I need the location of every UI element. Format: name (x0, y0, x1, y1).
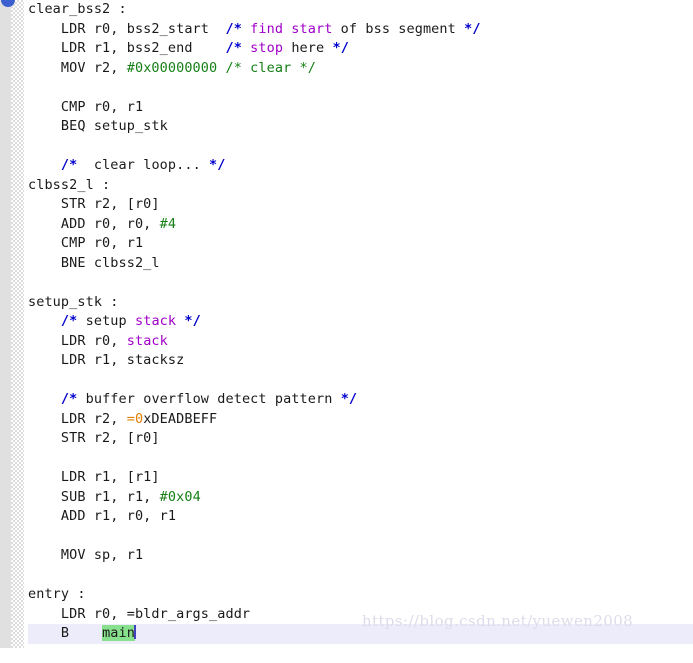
watermark-text: https://blog.csdn.net/yuewen2008 (362, 612, 633, 631)
code-token: STR r2, [r0] (28, 196, 160, 212)
code-token (242, 21, 250, 37)
code-token: setup (77, 313, 135, 329)
code-line[interactable]: STR r2, [r0] (28, 195, 693, 215)
code-line[interactable]: CMP r0, r1 (28, 98, 693, 118)
code-token: BEQ setup_stk (28, 118, 168, 134)
code-token: clear loop... (77, 157, 209, 173)
code-token (28, 313, 61, 329)
code-token: BNE clbss2_l (28, 255, 160, 271)
code-line[interactable] (28, 644, 693, 663)
code-line[interactable] (28, 566, 693, 586)
code-content[interactable]: clear_bss2 : LDR r0, bss2_start /* find … (24, 0, 693, 648)
code-token: #4 (160, 216, 176, 232)
code-line[interactable]: LDR r1, [r1] (28, 468, 693, 488)
code-line[interactable]: ADD r1, r0, r1 (28, 507, 693, 527)
code-token: find start (250, 21, 332, 37)
code-token: ADD r1, r0, r1 (28, 508, 176, 524)
code-folding-strip[interactable] (11, 0, 24, 648)
code-token: CMP r0, r1 (28, 235, 143, 251)
code-token: LDR r0, bss2_start (28, 21, 225, 37)
code-token: stop (250, 40, 283, 56)
code-token: LDR r1, [r1] (28, 469, 160, 485)
code-token: */ (332, 40, 348, 56)
code-line[interactable] (28, 449, 693, 469)
code-token: entry : (28, 586, 86, 602)
code-line[interactable]: BNE clbss2_l (28, 254, 693, 274)
code-token: MOV r2, (28, 60, 127, 76)
code-token: setup_stk : (28, 294, 119, 310)
code-line[interactable]: MOV r2, #0x00000000 /* clear */ (28, 59, 693, 79)
code-line[interactable]: MOV sp, r1 (28, 546, 693, 566)
code-token: #0x04 (160, 489, 201, 505)
code-line[interactable] (28, 527, 693, 547)
code-line[interactable] (28, 78, 693, 98)
code-token: /* (225, 40, 241, 56)
code-line[interactable]: LDR r1, stacksz (28, 351, 693, 371)
code-line[interactable]: /* buffer overflow detect pattern */ (28, 390, 693, 410)
code-token: STR r2, [r0] (28, 430, 160, 446)
code-line[interactable]: LDR r1, bss2_end /* stop here */ (28, 39, 693, 59)
code-line[interactable]: STR r2, [r0] (28, 429, 693, 449)
code-line[interactable]: /* setup stack */ (28, 312, 693, 332)
code-line[interactable]: LDR r2, =0xDEADBEFF (28, 410, 693, 430)
code-line[interactable] (28, 273, 693, 293)
code-token: here (283, 40, 332, 56)
code-token: =0 (127, 411, 143, 427)
code-token: LDR r1, stacksz (28, 352, 184, 368)
code-token: B (28, 625, 102, 641)
code-token (242, 40, 250, 56)
code-line[interactable]: LDR r0, bss2_start /* find start of bss … (28, 20, 693, 40)
code-token: */ (341, 391, 357, 407)
code-token (28, 157, 61, 173)
code-line[interactable]: CMP r0, r1 (28, 234, 693, 254)
code-line[interactable]: ADD r0, r0, #4 (28, 215, 693, 235)
code-token: stack (127, 333, 168, 349)
code-token: /* (61, 391, 77, 407)
code-line[interactable]: BEQ setup_stk (28, 117, 693, 137)
code-token: clear_bss2 : (28, 1, 127, 17)
code-editor: clear_bss2 : LDR r0, bss2_start /* find … (0, 0, 693, 648)
code-line[interactable]: entry : (28, 585, 693, 605)
text-caret (134, 625, 136, 639)
code-line[interactable]: LDR r0, stack (28, 332, 693, 352)
code-token: */ (184, 313, 200, 329)
code-token: /* (61, 157, 77, 173)
code-token: xDEADBEFF (143, 411, 217, 427)
code-token: stack (135, 313, 176, 329)
code-line[interactable]: clear_bss2 : (28, 0, 693, 20)
code-line[interactable]: SUB r1, r1, #0x04 (28, 488, 693, 508)
code-token: ADD r0, r0, (28, 216, 160, 232)
code-token: LDR r2, (28, 411, 127, 427)
code-line[interactable] (28, 137, 693, 157)
code-token: LDR r0, =bldr_args_addr (28, 606, 250, 622)
code-token: of bss segment (332, 21, 464, 37)
code-token: LDR r0, (28, 333, 127, 349)
code-token: buffer overflow detect pattern (77, 391, 340, 407)
code-token: /* (61, 313, 77, 329)
code-token: clbss2_l : (28, 177, 110, 193)
code-token: SUB r1, r1, (28, 489, 160, 505)
code-token: */ (209, 157, 225, 173)
code-token: /* clear */ (225, 60, 316, 76)
code-line[interactable]: setup_stk : (28, 293, 693, 313)
code-token: CMP r0, r1 (28, 99, 143, 115)
code-line[interactable]: /* clear loop... */ (28, 156, 693, 176)
selected-text: main (102, 625, 135, 641)
editor-gutter[interactable] (0, 0, 11, 648)
code-token: #0x00000000 (127, 60, 218, 76)
code-token: LDR r1, bss2_end (28, 40, 225, 56)
code-token: MOV sp, r1 (28, 547, 143, 563)
code-line[interactable]: clbss2_l : (28, 176, 693, 196)
code-token: */ (464, 21, 480, 37)
code-token: /* (225, 21, 241, 37)
code-token (28, 391, 61, 407)
code-line[interactable] (28, 371, 693, 391)
